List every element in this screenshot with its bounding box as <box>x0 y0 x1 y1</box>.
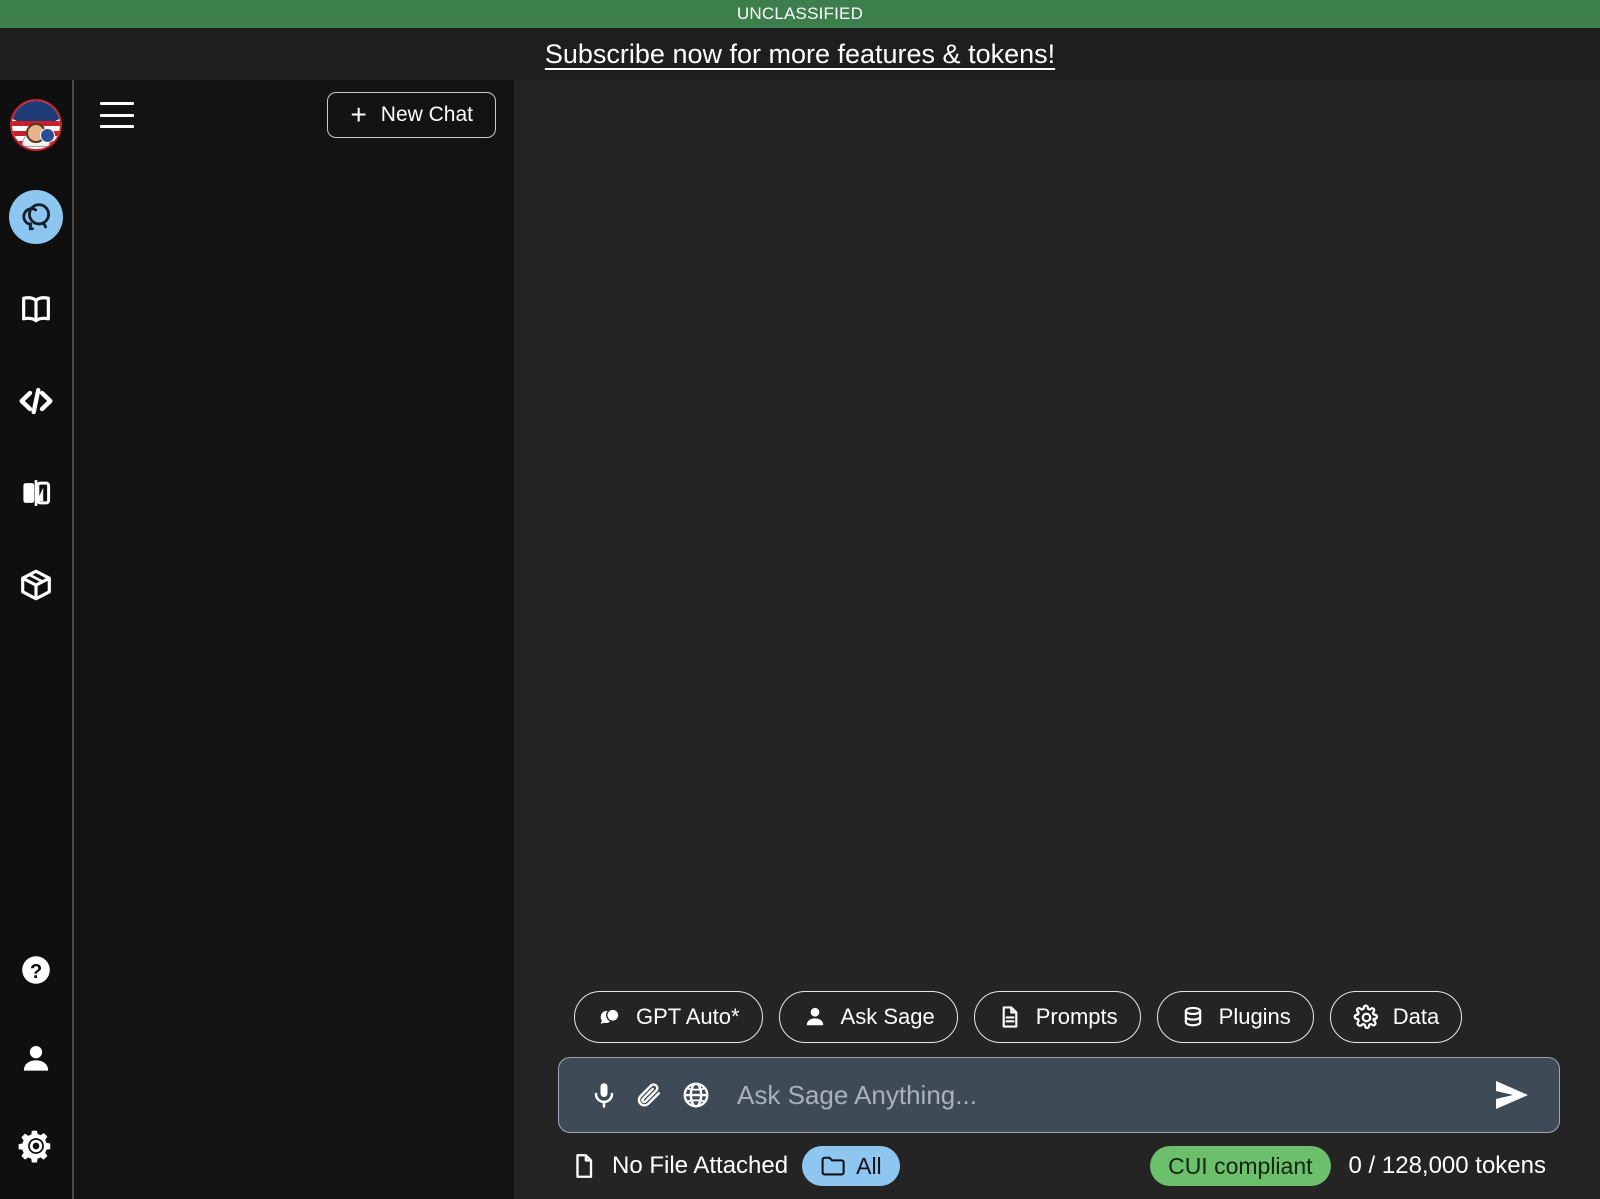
code-brackets-icon <box>19 387 53 415</box>
persona-selector-button[interactable]: Ask Sage <box>778 991 958 1043</box>
conversation-panel-header: + New Chat <box>74 80 514 150</box>
sidebar-item-account[interactable] <box>9 1031 63 1085</box>
subscribe-link[interactable]: Subscribe now for more features & tokens… <box>545 39 1055 70</box>
plus-icon: + <box>350 99 367 130</box>
sidebar-item-help[interactable]: ? <box>9 943 63 997</box>
rail-top-group <box>9 98 63 650</box>
conversation-panel: + New Chat <box>74 80 514 1199</box>
paperclip-icon[interactable] <box>627 1080 673 1110</box>
rail-bottom-group: ? <box>9 943 63 1181</box>
person-icon <box>806 1007 823 1026</box>
model-selector-label: GPT Auto* <box>636 1004 740 1029</box>
body-container: ? + New Chat GPT Auto* Ask Sage Prompts … <box>0 80 1600 1199</box>
icon-rail: ? <box>0 80 74 1199</box>
gear-icon <box>18 1130 51 1163</box>
cube-box-icon <box>21 569 51 601</box>
data-button[interactable]: Data <box>1329 991 1463 1043</box>
sidebar-item-settings[interactable] <box>9 1119 63 1173</box>
globe-icon[interactable] <box>673 1080 719 1110</box>
persona-selector-label: Ask Sage <box>840 1004 935 1029</box>
status-left-group: No File Attached All <box>570 1146 900 1186</box>
composer-input-bar <box>558 1057 1560 1133</box>
folder-icon <box>821 1156 845 1176</box>
file-icon <box>576 1154 593 1178</box>
classification-label: UNCLASSIFIED <box>736 4 864 23</box>
search-input[interactable] <box>719 1079 1483 1111</box>
prompts-button[interactable]: Prompts <box>973 991 1141 1043</box>
conversation-list[interactable] <box>74 150 514 1199</box>
message-area <box>514 80 1600 991</box>
main-content: GPT Auto* Ask Sage Prompts Plugins Data … <box>514 80 1600 1199</box>
scope-filter-pill[interactable]: All <box>802 1146 900 1186</box>
promo-banner: Subscribe now for more features & tokens… <box>0 28 1600 80</box>
token-counter: 0 / 128,000 tokens <box>1348 1152 1546 1179</box>
send-button[interactable] <box>1483 1078 1541 1112</box>
data-label: Data <box>1392 1004 1440 1029</box>
no-file-attached-label: No File Attached <box>612 1152 789 1179</box>
person-icon <box>23 1046 49 1071</box>
compliance-label: CUI compliant <box>1168 1152 1313 1179</box>
hamburger-menu-icon[interactable] <box>100 102 134 128</box>
status-right-group: CUI compliant 0 / 128,000 tokens <box>1150 1146 1558 1186</box>
sidebar-item-library[interactable] <box>9 282 63 336</box>
open-book-icon <box>22 296 50 323</box>
question-circle-icon: ? <box>22 956 50 984</box>
composer-toolbar: GPT Auto* Ask Sage Prompts Plugins Data <box>558 991 1560 1057</box>
scope-filter-label: All <box>856 1152 882 1179</box>
svg-text:?: ? <box>30 961 42 983</box>
sidebar-item-compare[interactable] <box>9 466 63 520</box>
model-selector-button[interactable]: GPT Auto* <box>574 991 763 1043</box>
database-icon <box>1184 1006 1201 1027</box>
chat-bubbles-filled-icon <box>600 1008 620 1024</box>
classification-banner: UNCLASSIFIED <box>0 0 1600 28</box>
plugins-label: Plugins <box>1218 1004 1291 1029</box>
sidebar-item-chat[interactable] <box>9 190 63 244</box>
sidebar-item-models[interactable] <box>9 558 63 612</box>
new-chat-label: New Chat <box>380 103 473 126</box>
compliance-badge: CUI compliant <box>1150 1146 1331 1186</box>
app-logo[interactable] <box>9 98 63 152</box>
document-icon <box>1002 1006 1018 1028</box>
chat-bubbles-icon <box>22 203 51 231</box>
send-arrow-icon <box>1496 1081 1528 1109</box>
microphone-icon[interactable] <box>581 1080 627 1110</box>
ask-sage-emblem-icon <box>10 99 62 151</box>
composer: GPT Auto* Ask Sage Prompts Plugins Data … <box>514 991 1600 1199</box>
gear-icon <box>1353 1003 1378 1029</box>
compare-split-icon <box>23 480 51 506</box>
new-chat-button[interactable]: + New Chat <box>327 92 496 138</box>
app-root: UNCLASSIFIED Subscribe now for more feat… <box>0 0 1600 1199</box>
plugins-button[interactable]: Plugins <box>1156 991 1314 1043</box>
prompts-label: Prompts <box>1035 1004 1118 1029</box>
sidebar-item-code[interactable] <box>9 374 63 428</box>
composer-status-bar: No File Attached All CUI compliant 0 / 1… <box>558 1133 1560 1199</box>
